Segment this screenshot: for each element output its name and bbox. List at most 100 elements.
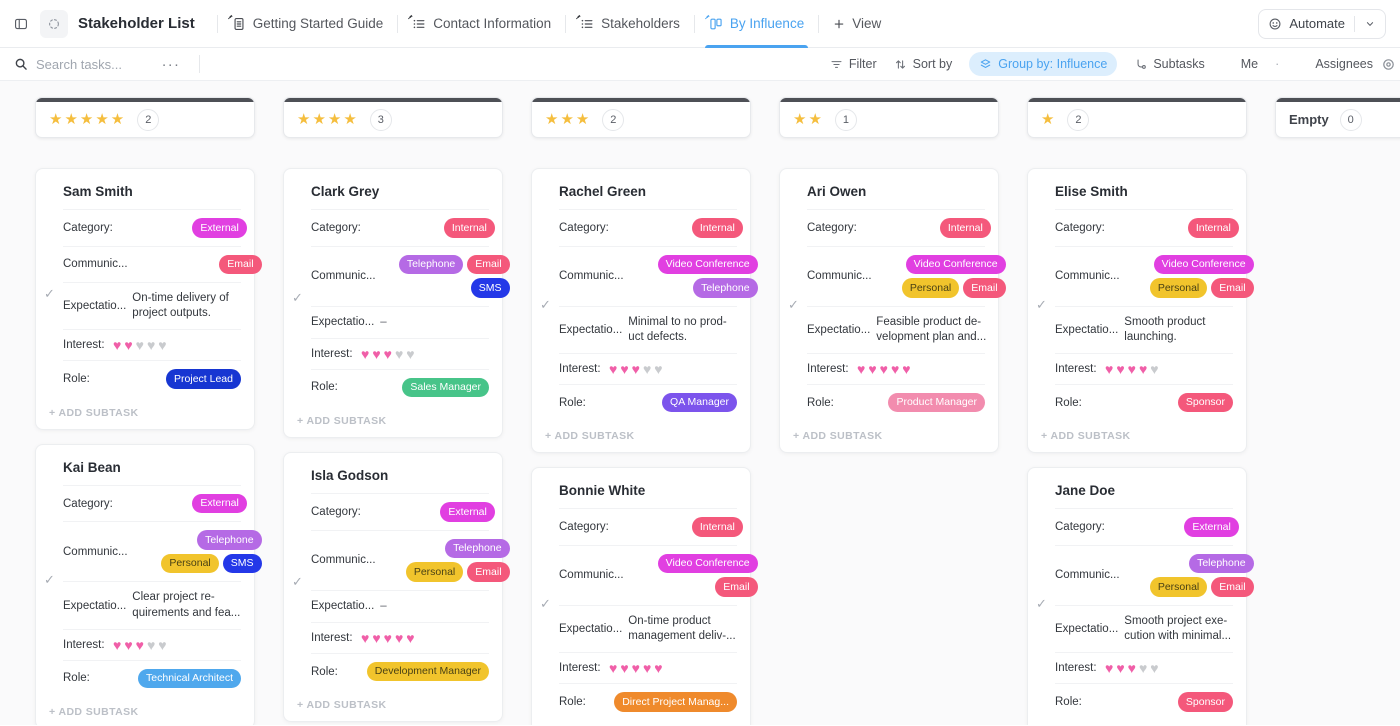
column-header[interactable]: ★★★★★ 2 — [35, 97, 255, 138]
card-title[interactable]: Ari Owen — [807, 184, 985, 199]
task-card-kai-bean[interactable]: ✓ Kai Bean Category: External Communic... Tel… — [35, 443, 262, 725]
tag-badge[interactable]: Video Conference — [905, 254, 1006, 274]
column-header[interactable]: ★★★★ 3 — [283, 97, 503, 138]
tab-contact-information[interactable]: Contact Information — [408, 0, 555, 47]
task-card-clark-grey[interactable]: ✓ Clark Grey Category: Internal Communic... T… — [283, 168, 510, 439]
field-text[interactable]: Smooth project exe- cution with minimal.… — [1124, 614, 1252, 644]
more-options-button[interactable]: ... — [162, 54, 181, 75]
task-card-elise-smith[interactable]: ✓ Elise Smith Category: Internal Communic...… — [1027, 168, 1254, 454]
field-text[interactable]: Clear project re- quirements and fea... — [132, 590, 260, 620]
tag-badge[interactable]: External — [1184, 517, 1239, 537]
tag-badge[interactable]: External — [192, 493, 247, 514]
tag-badge[interactable]: Telephone — [197, 530, 262, 550]
tag-badge[interactable]: Telephone — [398, 254, 464, 274]
interest-rating[interactable]: ♥♥♥♥♥ — [113, 638, 241, 652]
check-icon[interactable]: ✓ — [1036, 297, 1047, 313]
tag-badge[interactable]: Internal — [1187, 218, 1239, 238]
tag-badge[interactable]: Video Conference — [1153, 254, 1254, 274]
tag-badge[interactable]: Internal — [443, 218, 495, 238]
interest-rating[interactable]: ♥♥♥♥♥ — [857, 362, 985, 376]
card-title[interactable]: Sam Smith — [63, 184, 241, 199]
card-title[interactable]: Rachel Green — [559, 184, 737, 199]
add-subtask-button[interactable]: + ADD SUBTASK — [297, 415, 489, 427]
tag-badge[interactable]: Sponsor — [1177, 692, 1233, 712]
tag-badge[interactable]: External — [192, 218, 247, 238]
card-title[interactable]: Bonnie White — [559, 483, 737, 498]
interest-rating[interactable]: ♥♥♥♥♥ — [361, 347, 489, 361]
tag-badge[interactable]: SMS — [470, 278, 510, 298]
check-icon[interactable]: ✓ — [1036, 596, 1047, 612]
tag-badge[interactable]: Sponsor — [1177, 392, 1233, 413]
field-text[interactable]: Minimal to no prod- uct defects. — [628, 315, 756, 345]
interest-rating[interactable]: ♥♥♥♥♥ — [1105, 661, 1233, 675]
tag-badge[interactable]: Email — [715, 577, 758, 597]
add-subtask-button[interactable]: + ADD SUBTASK — [297, 699, 489, 711]
interest-rating[interactable]: ♥♥♥♥♥ — [361, 631, 489, 645]
me-button[interactable]: Me — [1222, 57, 1258, 71]
tag-badge[interactable]: Personal — [901, 278, 960, 298]
tab-stakeholders[interactable]: Stakeholders — [576, 0, 684, 47]
task-card-bonnie-white[interactable]: ✓ Bonnie White Category: Internal Communic..… — [531, 467, 758, 725]
check-icon[interactable]: ✓ — [44, 286, 55, 302]
tag-badge[interactable]: Video Conference — [657, 553, 758, 574]
tag-badge[interactable]: Product Manager — [888, 392, 985, 413]
tag-badge[interactable]: Email — [1211, 278, 1254, 298]
tag-badge[interactable]: Telephone — [1189, 553, 1254, 574]
tag-badge[interactable]: Personal — [1149, 577, 1208, 597]
add-subtask-button[interactable]: + ADD SUBTASK — [49, 706, 241, 718]
check-icon[interactable]: ✓ — [788, 297, 799, 313]
subtasks-button[interactable]: Subtasks — [1134, 57, 1205, 71]
tag-badge[interactable]: External — [440, 502, 495, 522]
check-icon[interactable]: ✓ — [292, 290, 303, 306]
check-icon[interactable]: ✓ — [540, 297, 551, 313]
tag-badge[interactable]: Email — [1211, 577, 1254, 597]
tag-badge[interactable]: Development Manager — [366, 661, 489, 682]
card-title[interactable]: Clark Grey — [311, 184, 489, 199]
tag-badge[interactable]: Sales Manager — [402, 377, 489, 398]
field-text[interactable]: Smooth product launching. — [1124, 315, 1252, 345]
tag-badge[interactable]: QA Manager — [662, 392, 737, 413]
field-text[interactable]: On-time product management deliv-... — [628, 614, 756, 644]
card-title[interactable]: Jane Doe — [1055, 483, 1233, 498]
tag-badge[interactable]: SMS — [222, 553, 262, 574]
card-title[interactable]: Kai Bean — [63, 460, 241, 475]
field-text[interactable]: Feasible product de- velopment plan and.… — [876, 315, 1004, 345]
tag-badge[interactable]: Personal — [161, 553, 219, 574]
tag-badge[interactable]: Personal — [1149, 278, 1208, 298]
field-text[interactable]: – — [380, 599, 508, 614]
filter-button[interactable]: Filter — [830, 57, 877, 71]
task-card-jane-doe[interactable]: ✓ Jane Doe Category: External Communic... Tel… — [1027, 467, 1254, 725]
check-icon[interactable]: ✓ — [44, 572, 55, 588]
tag-badge[interactable]: Telephone — [445, 538, 510, 559]
settings-icon[interactable] — [1381, 57, 1396, 72]
assignees-button[interactable]: Assignees — [1296, 57, 1373, 71]
interest-rating[interactable]: ♥♥♥♥♥ — [609, 362, 737, 376]
column-header[interactable]: Empty 0 — [1275, 97, 1400, 138]
tag-badge[interactable]: Internal — [691, 517, 743, 537]
chevron-down-icon[interactable] — [1364, 18, 1376, 30]
sidebar-toggle-icon[interactable] — [14, 17, 28, 31]
sort-by-button[interactable]: Sort by — [894, 57, 952, 71]
tab-getting-started-guide[interactable]: Getting Started Guide — [227, 0, 388, 47]
add-subtask-button[interactable]: + ADD SUBTASK — [1041, 430, 1233, 442]
task-card-ari-owen[interactable]: ✓ Ari Owen Category: Internal Communic... Vid… — [779, 168, 1006, 454]
tab-by-influence[interactable]: By Influence — [704, 0, 809, 48]
field-text[interactable]: – — [380, 315, 508, 330]
interest-rating[interactable]: ♥♥♥♥♥ — [113, 338, 241, 352]
tag-badge[interactable]: Project Lead — [166, 369, 241, 389]
tag-badge[interactable]: Email — [963, 278, 1006, 298]
column-header[interactable]: ★ 2 — [1027, 97, 1247, 138]
add-subtask-button[interactable]: + ADD SUBTASK — [793, 430, 985, 442]
add-subtask-button[interactable]: + ADD SUBTASK — [49, 407, 241, 419]
tag-badge[interactable]: Email — [219, 254, 262, 274]
automate-button[interactable]: Automate — [1258, 8, 1386, 39]
tag-badge[interactable]: Personal — [405, 562, 464, 582]
task-card-sam-smith[interactable]: ✓ Sam Smith Category: External Communic... Em… — [35, 168, 262, 430]
task-card-isla-godson[interactable]: ✓ Isla Godson Category: External Communic...… — [283, 452, 510, 723]
task-card-rachel-green[interactable]: ✓ Rachel Green Category: Internal Communic..… — [531, 168, 758, 454]
tag-badge[interactable]: Email — [467, 562, 510, 582]
tag-badge[interactable]: Telephone — [693, 278, 758, 298]
column-header[interactable]: ★★ 1 — [779, 97, 999, 138]
card-title[interactable]: Isla Godson — [311, 468, 489, 483]
check-icon[interactable]: ✓ — [292, 574, 303, 590]
